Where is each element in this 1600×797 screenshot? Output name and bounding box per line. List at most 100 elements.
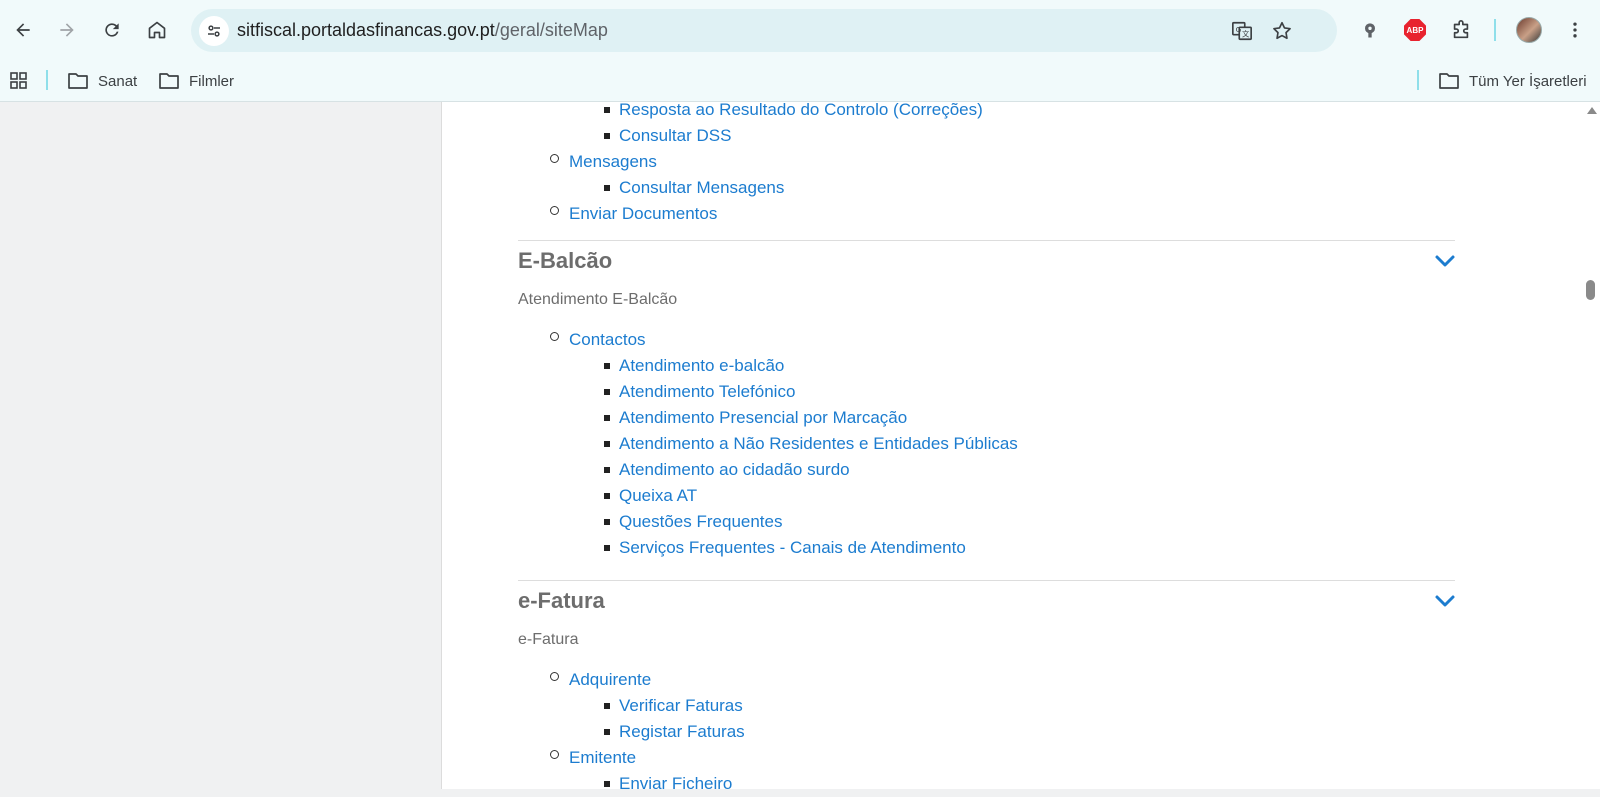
list-item: Atendimento ao cidadão surdo: [619, 458, 850, 482]
sitemap-link[interactable]: Enviar Documentos: [569, 204, 717, 224]
list-bullet-circle: [550, 206, 559, 215]
list-bullet-square: [604, 415, 610, 421]
reload-button[interactable]: [96, 14, 128, 46]
profile-button[interactable]: [1515, 16, 1543, 44]
list-bullet-square: [604, 389, 610, 395]
list-item: Mensagens: [569, 150, 657, 174]
arrow-left-icon: [16, 23, 30, 37]
password-extension-button[interactable]: [1356, 16, 1384, 44]
list-item: Enviar Documentos: [569, 202, 717, 226]
translate-button[interactable]: G 文: [1230, 19, 1254, 43]
section-divider: [518, 580, 1455, 581]
list-item: Questões Frequentes: [619, 510, 782, 534]
svg-text:G: G: [1236, 25, 1242, 34]
scrollbar-thumb[interactable]: [1586, 280, 1595, 300]
star-icon: [1273, 21, 1291, 40]
list-item: Consultar Mensagens: [619, 176, 784, 200]
sitemap-link[interactable]: Atendimento e-balcão: [619, 356, 784, 376]
kebab-menu-icon: [1573, 22, 1577, 38]
list-item: Resposta ao Resultado do Controlo (Corre…: [619, 102, 983, 122]
bookmark-star-button[interactable]: [1270, 19, 1294, 43]
sitemap-link[interactable]: Atendimento Presencial por Marcação: [619, 408, 907, 428]
list-item: Emitente: [569, 746, 636, 770]
address-bar[interactable]: sitfiscal.portaldasfinancas.gov.pt/geral…: [191, 9, 1337, 52]
list-bullet-square: [604, 493, 610, 499]
adblock-extension-button[interactable]: ABP: [1401, 16, 1429, 44]
back-button[interactable]: [7, 14, 39, 46]
sitemap-link[interactable]: Registar Faturas: [619, 722, 745, 742]
apps-grid-icon: [10, 72, 27, 89]
section-title: E-Balcão: [518, 248, 613, 273]
sitemap-link[interactable]: Atendimento a Não Residentes e Entidades…: [619, 434, 1018, 454]
sitemap-link[interactable]: Verificar Faturas: [619, 696, 743, 716]
sitemap-link[interactable]: Resposta ao Resultado do Controlo (Corre…: [619, 102, 983, 120]
list-bullet-square: [604, 781, 610, 787]
section-subtitle: e-Fatura: [518, 631, 579, 648]
all-bookmarks-label: Tüm Yer İşaretleri: [1469, 72, 1587, 90]
folder-icon: [68, 73, 88, 89]
list-item: Atendimento Presencial por Marcação: [619, 406, 907, 430]
sitemap-link[interactable]: Contactos: [569, 330, 646, 350]
list-item: Adquirente: [569, 668, 651, 692]
folder-icon: [1439, 73, 1459, 89]
list-item: Registar Faturas: [619, 720, 745, 744]
bookmark-label: Filmler: [189, 72, 234, 90]
chevron-down-icon[interactable]: [1433, 589, 1457, 613]
list-bullet-square: [604, 729, 610, 735]
list-bullet-square: [604, 519, 610, 525]
sitemap-link[interactable]: Adquirente: [569, 670, 651, 690]
url-host: sitfiscal.portaldasfinancas.gov.pt: [237, 20, 495, 40]
list-bullet-circle: [550, 750, 559, 759]
list-bullet-square: [604, 545, 610, 551]
avatar: [1516, 17, 1542, 43]
all-bookmarks-button[interactable]: Tüm Yer İşaretleri: [1438, 68, 1587, 94]
extensions-button[interactable]: [1447, 16, 1475, 44]
list-item: Serviços Frequentes - Canais de Atendime…: [619, 536, 966, 560]
sitemap-link[interactable]: Consultar DSS: [619, 126, 731, 146]
apps-button[interactable]: [8, 68, 30, 94]
bookmark-label: Sanat: [98, 72, 138, 90]
list-bullet-square: [604, 703, 610, 709]
sitemap-link[interactable]: Consultar Mensagens: [619, 178, 784, 198]
list-bullet-square: [604, 363, 610, 369]
puzzle-icon: [1453, 20, 1469, 39]
list-item: Queixa AT: [619, 484, 697, 508]
sitemap-link[interactable]: Mensagens: [569, 152, 657, 172]
list-item: Atendimento a Não Residentes e Entidades…: [619, 432, 1018, 456]
list-item: Consultar DSS: [619, 124, 731, 148]
browser-toolbar: sitfiscal.portaldasfinancas.gov.pt/geral…: [0, 0, 1600, 60]
sitemap-link[interactable]: Atendimento Telefónico: [619, 382, 795, 402]
section-subtitle: Atendimento E-Balcão: [518, 291, 678, 308]
section-title: e-Fatura: [518, 588, 605, 613]
site-info-button[interactable]: [199, 16, 229, 46]
scroll-up-arrow-icon[interactable]: [1587, 107, 1597, 114]
sitemap-content: Resposta ao Resultado do Controlo (Corre…: [443, 102, 1583, 797]
list-item: Verificar Faturas: [619, 694, 743, 718]
page-left-gutter: [0, 102, 442, 797]
sitemap-link[interactable]: Questões Frequentes: [619, 512, 782, 532]
list-bullet-circle: [550, 672, 559, 681]
forward-button[interactable]: [51, 14, 83, 46]
list-bullet-square: [604, 107, 610, 113]
sitemap-link[interactable]: Atendimento ao cidadão surdo: [619, 460, 850, 480]
section-divider: [518, 240, 1455, 241]
list-item: Atendimento Telefónico: [619, 380, 795, 404]
list-bullet-circle: [550, 154, 559, 163]
home-button[interactable]: [141, 14, 173, 46]
page-scrollbar[interactable]: [1583, 102, 1600, 797]
sitemap-link[interactable]: Emitente: [569, 748, 636, 768]
sitemap-link[interactable]: Queixa AT: [619, 486, 697, 506]
bookmarks-separator: [46, 70, 48, 90]
keyhole-icon: [1365, 23, 1375, 38]
list-item: Atendimento e-balcão: [619, 354, 784, 378]
menu-button[interactable]: [1561, 16, 1589, 44]
bookmarks-bar: Sanat Filmler Tüm Yer İşaretleri: [0, 60, 1600, 102]
tune-icon: [208, 25, 220, 37]
sitemap-link[interactable]: Serviços Frequentes - Canais de Atendime…: [619, 538, 966, 558]
chevron-down-icon[interactable]: [1433, 249, 1457, 273]
list-bullet-circle: [550, 332, 559, 341]
bookmark-folder-filmler[interactable]: Filmler: [158, 68, 234, 94]
list-item: Contactos: [569, 328, 646, 352]
bookmark-folder-sanat[interactable]: Sanat: [67, 68, 137, 94]
arrow-right-icon: [60, 23, 74, 37]
